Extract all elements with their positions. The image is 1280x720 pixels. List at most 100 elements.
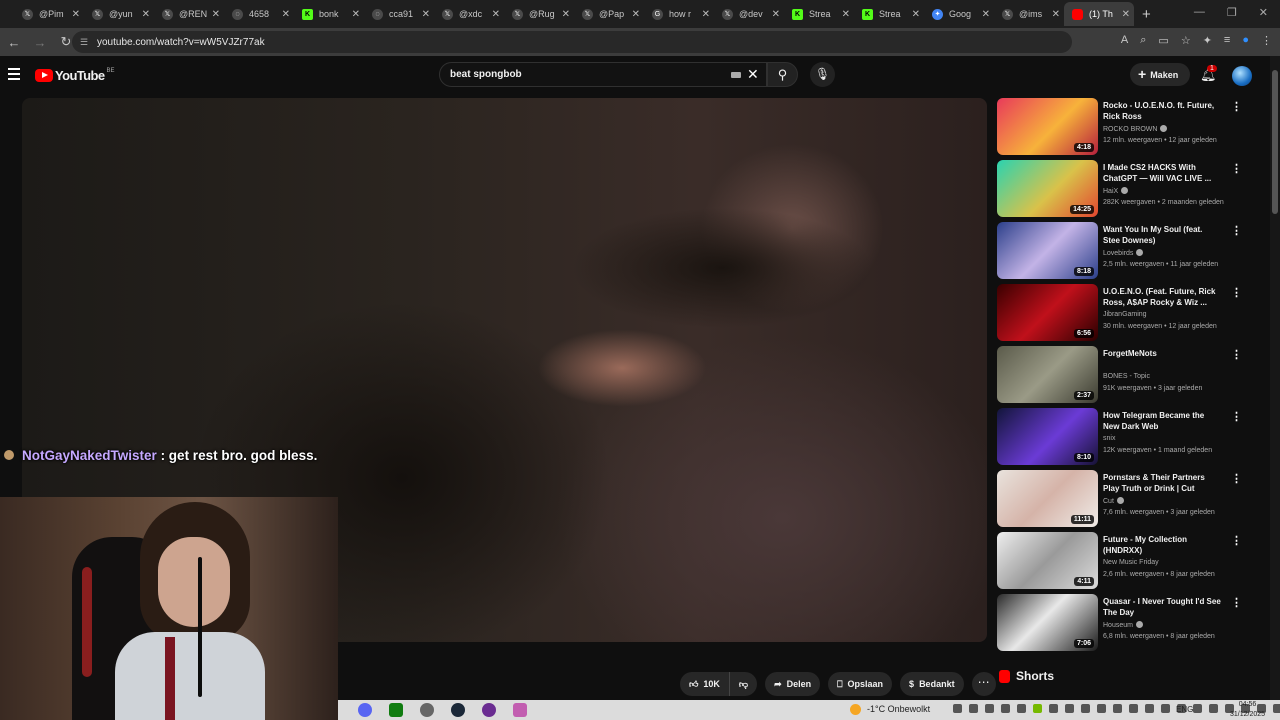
scrollbar-thumb[interactable]	[1272, 70, 1278, 214]
video-title[interactable]: How Telegram Became the New Dark Web	[1103, 410, 1221, 432]
clear-search-icon[interactable]: ✕	[747, 66, 759, 83]
close-tab-icon[interactable]: ✕	[702, 9, 710, 20]
video-thumbnail[interactable]: 4:18	[997, 98, 1098, 155]
close-tab-icon[interactable]: ✕	[492, 9, 500, 20]
tray-app-icon[interactable]	[1129, 704, 1138, 713]
channel-name[interactable]: Cut	[1103, 497, 1124, 505]
close-tab-icon[interactable]: ✕	[422, 9, 430, 20]
close-tab-icon[interactable]: ✕	[982, 9, 990, 20]
tray-app-icon[interactable]	[1017, 704, 1026, 713]
channel-name[interactable]: Lovebirds	[1103, 249, 1144, 257]
browser-tab[interactable]: 𝕏 @Pap ✕	[574, 2, 644, 26]
profile-icon[interactable]: ●	[1242, 34, 1249, 47]
media-player-icon[interactable]	[482, 703, 496, 717]
video-thumbnail[interactable]: 8:10	[997, 408, 1098, 465]
video-thumbnail[interactable]: 14:25	[997, 160, 1098, 217]
video-options-icon[interactable]: ⋮	[1231, 162, 1242, 175]
more-actions-icon[interactable]: ⋯	[971, 672, 996, 696]
dislike-button[interactable]: 👎︎	[729, 672, 758, 696]
channel-name[interactable]: Houseum	[1103, 621, 1143, 629]
save-button[interactable]: ⎕ Opslaan	[828, 672, 893, 696]
video-title[interactable]: I Made CS2 HACKS With ChatGPT — Will VAC…	[1103, 162, 1221, 184]
browser-tab[interactable]: 𝕏 @xdc ✕	[434, 2, 504, 26]
tray-app-icon[interactable]	[1113, 704, 1122, 713]
tray-app-icon[interactable]	[1001, 704, 1010, 713]
youtube-logo[interactable]: YouTube BE	[35, 68, 115, 83]
browser-tab[interactable]: 𝕏 @ims ✕	[994, 2, 1064, 26]
tray-obs-icon[interactable]	[969, 704, 978, 713]
extensions-icon[interactable]: ✦	[1203, 34, 1212, 47]
back-arrow-icon[interactable]: ←	[2, 35, 26, 50]
close-tab-icon[interactable]: ✕	[282, 9, 290, 20]
close-tab-icon[interactable]: ✕	[142, 9, 150, 20]
browser-tab[interactable]: Ghow r ✕	[644, 2, 714, 26]
browser-menu-icon[interactable]: ⋮	[1261, 34, 1272, 47]
xbox-icon[interactable]	[389, 703, 403, 717]
minimize-icon[interactable]: —	[1194, 6, 1205, 19]
search-button[interactable]: ⚲	[767, 62, 798, 87]
thanks-button[interactable]: $ Bedankt	[900, 672, 964, 696]
channel-name[interactable]: New Music Friday	[1103, 559, 1159, 566]
voice-search-button[interactable]: 🎙︎	[810, 62, 835, 87]
close-tab-icon[interactable]: ✕	[352, 9, 360, 20]
close-tab-icon[interactable]: ✕	[1052, 9, 1060, 20]
channel-name[interactable]: JibranGaming	[1103, 311, 1147, 318]
channel-name[interactable]: HaiX	[1103, 187, 1129, 195]
new-tab-button[interactable]: +	[1142, 6, 1151, 23]
tray-app-icon[interactable]	[1193, 704, 1202, 713]
account-avatar[interactable]	[1232, 66, 1252, 86]
video-thumbnail[interactable]: 2:37	[997, 346, 1098, 403]
channel-name[interactable]: BONES - Topic	[1103, 373, 1150, 380]
video-title[interactable]: Future - My Collection (HNDRXX)	[1103, 534, 1221, 556]
video-options-icon[interactable]: ⋮	[1231, 596, 1242, 609]
tray-app-icon[interactable]	[1145, 704, 1154, 713]
video-title[interactable]: U.O.E.N.O. (Feat. Future, Rick Ross, A$A…	[1103, 286, 1221, 308]
share-button[interactable]: ➦ Delen	[765, 672, 821, 696]
recommended-video[interactable]: 6:56 U.O.E.N.O. (Feat. Future, Rick Ross,…	[997, 284, 1247, 346]
tray-nvidia-icon[interactable]	[1033, 704, 1042, 713]
taskbar-clock[interactable]: 04:56 31/12/2025	[1230, 700, 1265, 720]
video-thumbnail[interactable]: 6:56	[997, 284, 1098, 341]
tray-app-icon[interactable]	[1273, 704, 1280, 713]
browser-tab[interactable]: 𝕏 @REN ✕	[154, 2, 224, 26]
menu-icon[interactable]	[8, 68, 20, 83]
recommended-video[interactable]: 8:10 How Telegram Became the New Dark Web…	[997, 408, 1247, 470]
video-options-icon[interactable]: ⋮	[1231, 286, 1242, 299]
translate-icon[interactable]: A	[1121, 34, 1128, 47]
weather-widget[interactable]: -1°C Onbewolkt	[850, 704, 930, 715]
site-info-icon[interactable]: ☰	[80, 37, 90, 47]
browser-tab[interactable]: (1) Th ✕	[1064, 2, 1134, 26]
close-tab-icon[interactable]: ✕	[842, 9, 850, 20]
restore-icon[interactable]: ❐	[1227, 6, 1237, 19]
browser-tab[interactable]: 𝕏 @Rug ✕	[504, 2, 574, 26]
settings-gear-icon[interactable]	[420, 703, 434, 717]
recommended-video[interactable]: 11:11 Pornstars & Their Partners Play Tru…	[997, 470, 1247, 532]
keyboard-icon[interactable]	[731, 72, 741, 78]
cast-icon[interactable]: ▭	[1158, 34, 1168, 47]
shorts-header[interactable]: Shorts	[999, 669, 1054, 683]
steam-icon[interactable]	[451, 703, 465, 717]
close-tab-icon[interactable]: ✕	[72, 9, 80, 20]
browser-tab[interactable]: K Strea ✕	[854, 2, 924, 26]
media-control-icon[interactable]: ≡	[1224, 34, 1230, 47]
video-title[interactable]: ForgetMeNots	[1103, 348, 1221, 359]
close-window-icon[interactable]: ✕	[1259, 6, 1268, 19]
video-options-icon[interactable]: ⋮	[1231, 410, 1242, 423]
video-thumbnail[interactable]: 7:06	[997, 594, 1098, 651]
video-title[interactable]: Quasar - I Never Tought I'd See The Day	[1103, 596, 1221, 618]
video-title[interactable]: Pornstars & Their Partners Play Truth or…	[1103, 472, 1221, 494]
channel-name[interactable]: ROCKO BROWN	[1103, 125, 1168, 133]
video-thumbnail[interactable]: 11:11	[997, 470, 1098, 527]
bookmark-star-icon[interactable]: ☆	[1181, 34, 1191, 47]
video-options-icon[interactable]: ⋮	[1231, 534, 1242, 547]
video-options-icon[interactable]: ⋮	[1231, 224, 1242, 237]
close-tab-icon[interactable]: ✕	[772, 9, 780, 20]
recommended-video[interactable]: 8:18 Want You In My Soul (feat. Stee Down…	[997, 222, 1247, 284]
tray-app-icon[interactable]	[1081, 704, 1090, 713]
like-button[interactable]: 👍︎ 10K	[680, 672, 730, 696]
close-tab-icon[interactable]: ✕	[1122, 9, 1130, 20]
tray-app-icon[interactable]	[1209, 704, 1218, 713]
discord-icon[interactable]	[358, 703, 372, 717]
channel-name[interactable]: snix	[1103, 435, 1115, 442]
browser-tab[interactable]: Kbonk ✕	[294, 2, 364, 26]
